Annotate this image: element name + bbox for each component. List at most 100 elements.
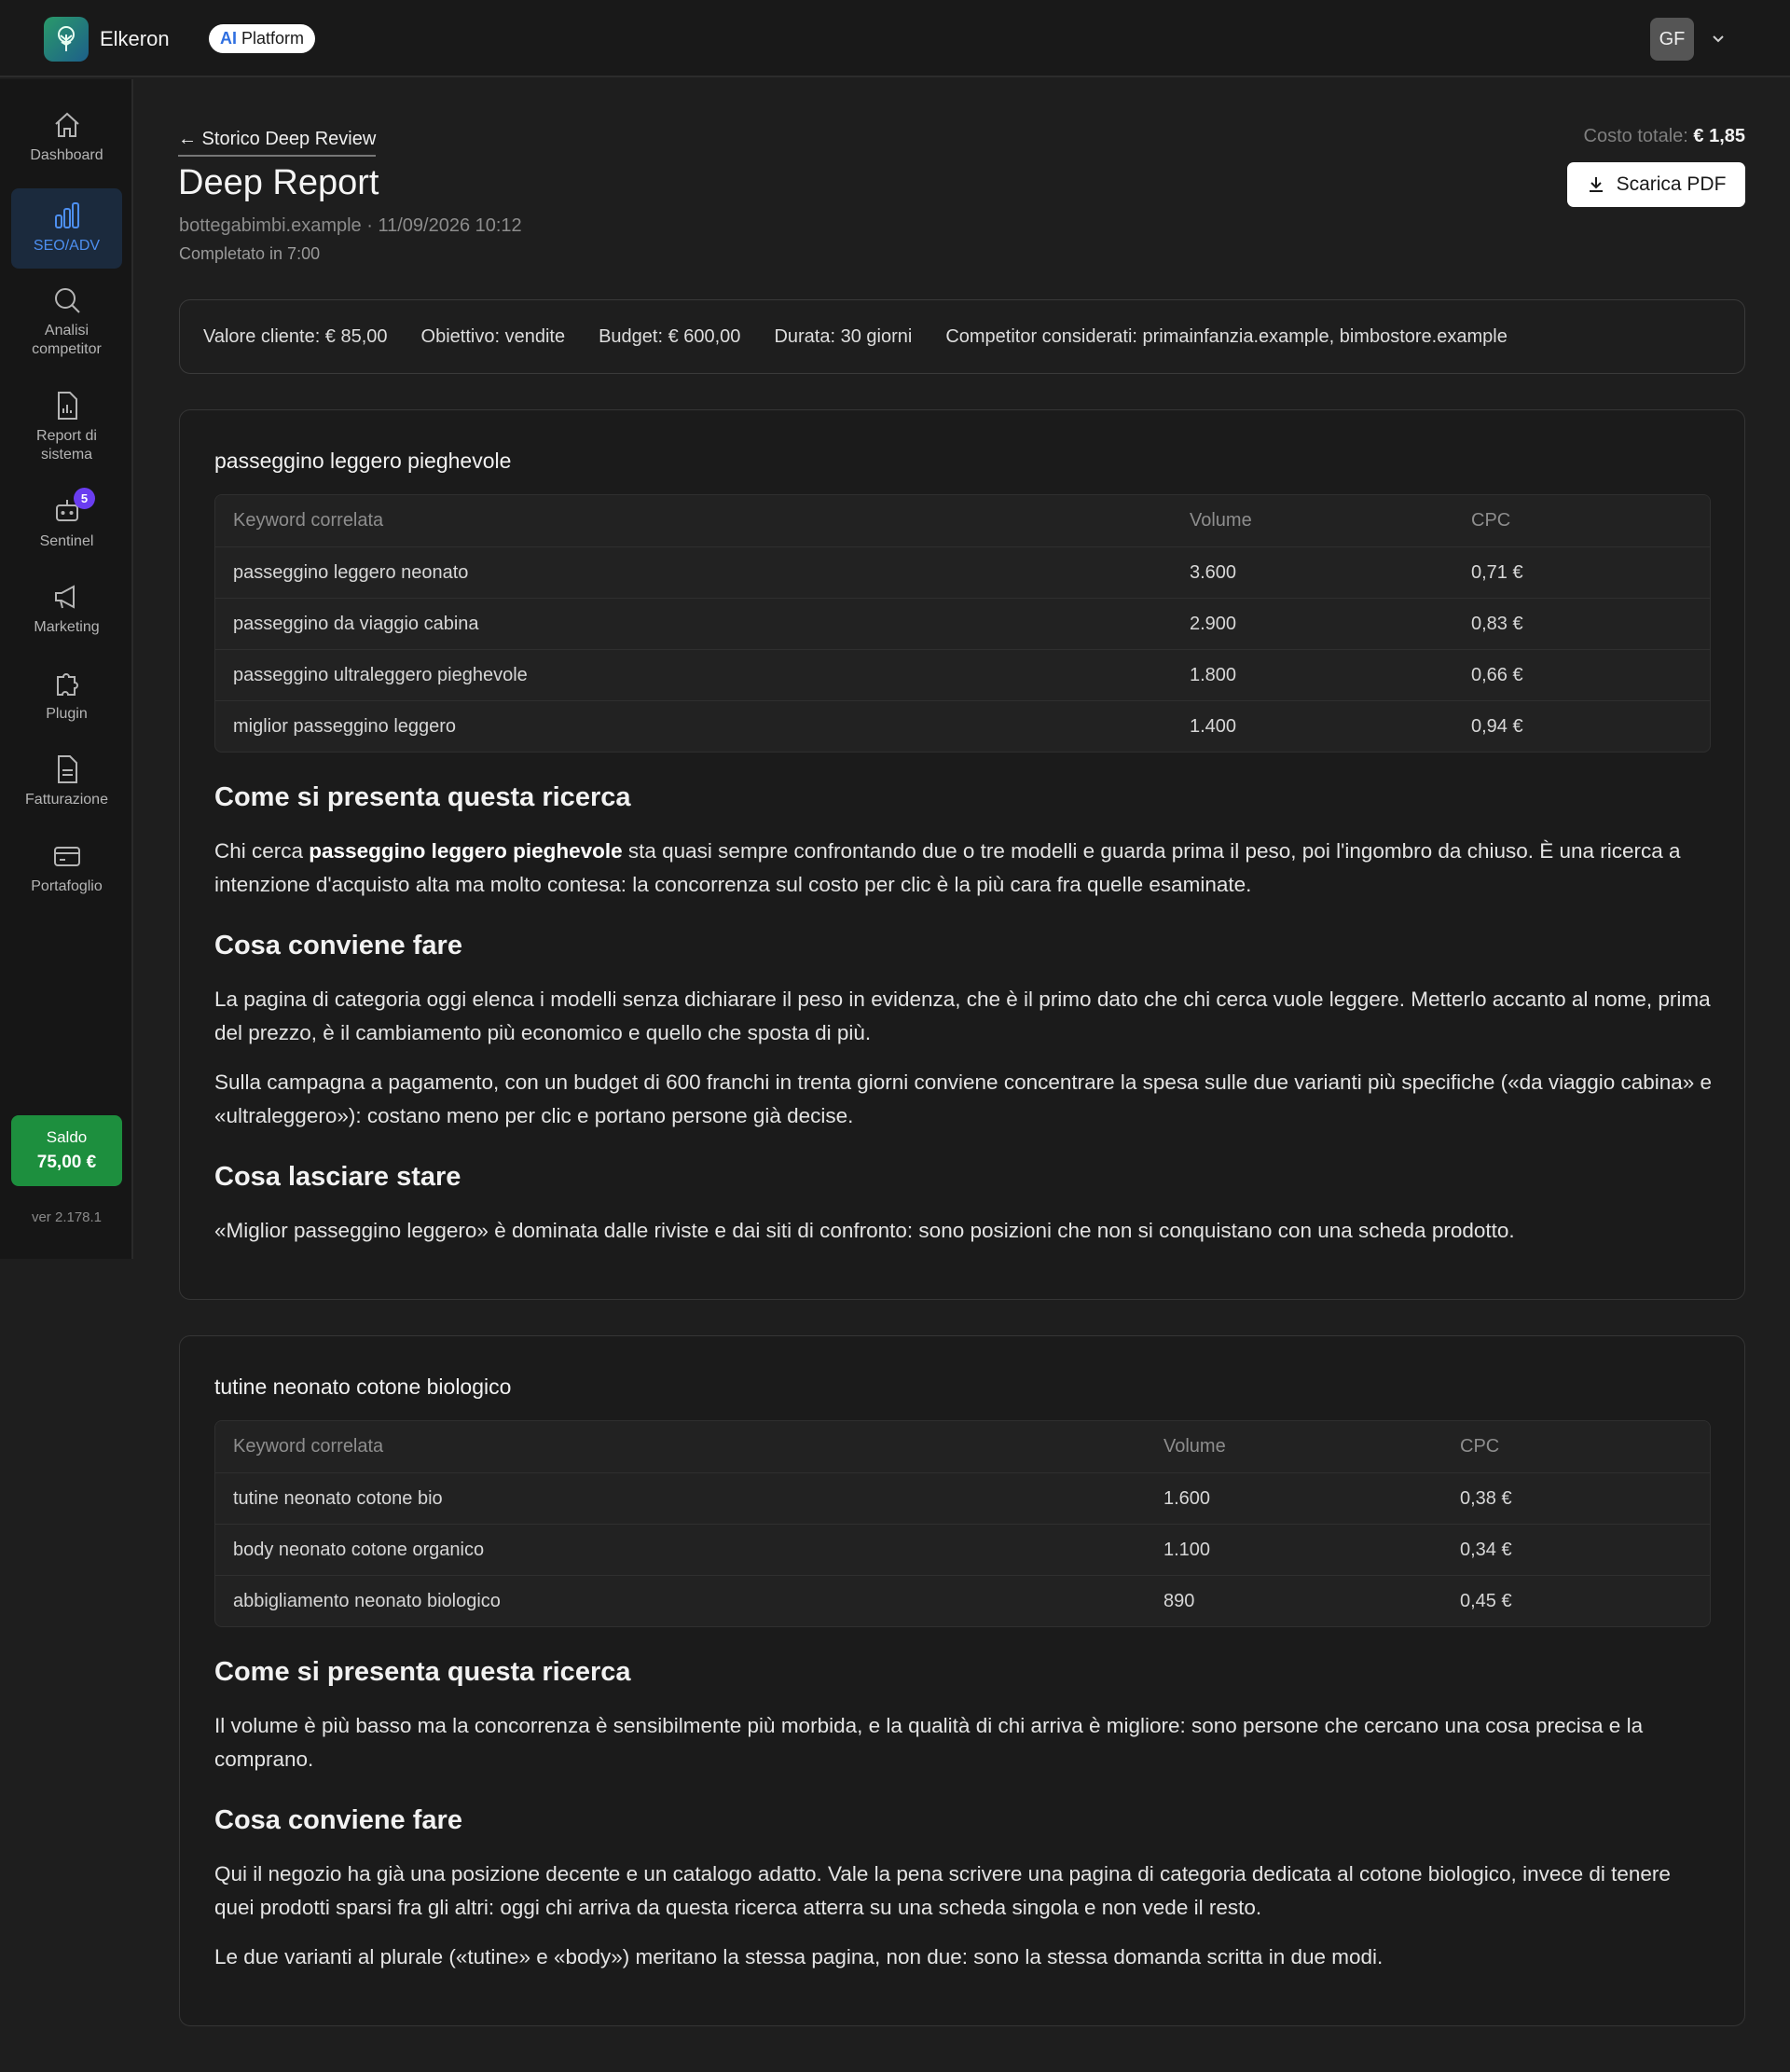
- cell-cpc: 0,94 €: [1471, 715, 1523, 737]
- cell-cpc: 0,34 €: [1460, 1539, 1512, 1560]
- top-bar: Elkeron AI Platform GF: [0, 0, 1790, 77]
- saldo-box[interactable]: Saldo 75,00 €: [11, 1115, 122, 1186]
- cell-keyword: passeggino ultraleggero pieghevole: [233, 664, 528, 685]
- home-icon: [54, 112, 79, 137]
- report-icon: [57, 392, 77, 420]
- section-paragraph: Sulla campagna a pagamento, con un budge…: [214, 1071, 1713, 1127]
- col-keyword: Keyword correlata: [233, 1436, 384, 1457]
- col-cpc: CPC: [1471, 510, 1511, 531]
- keyword-table: Keyword correlata Volume CPC tutine neon…: [214, 1420, 1711, 1627]
- cell-volume: 890: [1164, 1590, 1195, 1611]
- cell-keyword: body neonato cotone organico: [233, 1539, 485, 1560]
- bar-chart-icon: [54, 202, 79, 228]
- version-label: ver 2.178.1: [31, 1209, 103, 1225]
- keyword-table: Keyword correlata Volume CPC passeggino …: [214, 494, 1711, 753]
- cell-volume: 2.900: [1190, 613, 1237, 634]
- table-row: passeggino ultraleggero pieghevole 1.800…: [215, 649, 1710, 700]
- keyword-card: passeggino leggero pieghevole Keyword co…: [179, 409, 1745, 1300]
- total-cost: Costo totale: € 1,85: [1584, 126, 1745, 147]
- section-paragraph: Qui il negozio ha già una posizione dece…: [214, 1862, 1671, 1919]
- paragraph-text: Chi cerca: [214, 839, 310, 863]
- col-cpc: CPC: [1460, 1436, 1500, 1457]
- table-header: Keyword correlata Volume CPC: [215, 1421, 1710, 1472]
- download-pdf-label: Scarica PDF: [1616, 173, 1727, 195]
- keyword-highlight: passeggino leggero pieghevole: [309, 839, 623, 863]
- wallet-icon: [53, 847, 80, 866]
- puzzle-icon: [56, 673, 78, 696]
- elkeron-logo-icon[interactable]: [44, 17, 89, 62]
- user-avatar[interactable]: GF: [1650, 18, 1694, 61]
- section-paragraph: Chi cerca passeggino leggero pieghevole …: [214, 835, 1715, 902]
- cost-value: € 1,85: [1693, 126, 1745, 146]
- table-row: abbigliamento neonato biologico 890 0,45…: [215, 1575, 1710, 1626]
- cell-keyword: tutine neonato cotone bio: [233, 1487, 443, 1509]
- sidebar-item-label: Report di sistema: [36, 428, 97, 463]
- sidebar-item-label: Analisi competitor: [32, 323, 102, 357]
- cell-volume: 3.600: [1190, 561, 1237, 583]
- sidebar-item-label: Marketing: [34, 619, 100, 635]
- sidebar-item-dashboard[interactable]: Dashboard: [11, 109, 122, 165]
- sidebar-item-sentinel[interactable]: 5 Sentinel: [11, 488, 122, 551]
- section-heading: Cosa conviene fare: [214, 931, 462, 960]
- sentinel-badge: 5: [74, 488, 95, 509]
- col-volume: Volume: [1164, 1436, 1226, 1457]
- section-paragraph: La pagina di categoria oggi elenca i mod…: [214, 988, 1711, 1044]
- cell-cpc: 0,45 €: [1460, 1590, 1512, 1611]
- summary-budget: Budget: € 600,00: [599, 325, 741, 347]
- sidebar: Dashboard SEO/ADV Analisi competitor Rep…: [0, 79, 133, 1259]
- sidebar-item-label: SEO/ADV: [33, 238, 101, 254]
- cell-keyword: passeggino leggero neonato: [233, 561, 469, 583]
- cost-label: Costo totale:: [1583, 126, 1688, 146]
- saldo-value: 75,00 €: [36, 1153, 97, 1172]
- sidebar-item-label: Fatturazione: [25, 792, 108, 808]
- cell-volume: 1.100: [1164, 1539, 1211, 1560]
- cell-cpc: 0,71 €: [1471, 561, 1523, 583]
- cell-keyword: abbigliamento neonato biologico: [233, 1590, 501, 1611]
- cell-keyword: passeggino da viaggio cabina: [233, 613, 479, 634]
- saldo-label: Saldo: [46, 1128, 88, 1146]
- section-paragraph: Il volume è più basso ma la concorrenza …: [214, 1714, 1644, 1771]
- back-link[interactable]: ← Storico Deep Review: [178, 129, 377, 157]
- cell-cpc: 0,66 €: [1471, 664, 1523, 685]
- sidebar-item-label: Dashboard: [30, 147, 103, 163]
- invoice-icon: [57, 755, 77, 783]
- keyword-card: tutine neonato cotone biologico Keyword …: [179, 1335, 1745, 2026]
- platform-badge-prefix: AI: [220, 29, 237, 48]
- summary-durata: Durata: 30 giorni: [774, 325, 913, 347]
- sidebar-item-portafoglio[interactable]: Portafoglio: [11, 840, 122, 896]
- platform-badge-text: Platform: [241, 29, 305, 48]
- sidebar-item-report-di-sistema[interactable]: Report di sistema: [11, 390, 122, 464]
- cell-volume: 1.400: [1190, 715, 1237, 737]
- summary-valore: Valore cliente: € 85,00: [203, 325, 388, 347]
- table-header: Keyword correlata Volume CPC: [215, 495, 1710, 546]
- table-row: passeggino da viaggio cabina 2.900 0,83 …: [215, 598, 1710, 649]
- keyword-card-title: tutine neonato cotone biologico: [214, 1374, 512, 1399]
- section-heading: Cosa lasciare stare: [214, 1162, 461, 1192]
- table-row: passeggino leggero neonato 3.600 0,71 €: [215, 546, 1710, 598]
- completed-time: Completato in 7:00: [179, 244, 321, 263]
- section-heading: Come si presenta questa ricerca: [214, 1657, 631, 1687]
- table-row: tutine neonato cotone bio 1.600 0,38 €: [215, 1472, 1710, 1524]
- platform-badge: AI Platform: [209, 24, 316, 53]
- sidebar-item-analisi-competitor[interactable]: Analisi competitor: [11, 284, 122, 359]
- megaphone-icon: [54, 585, 75, 609]
- cell-cpc: 0,83 €: [1471, 613, 1523, 634]
- search-icon: [54, 288, 80, 313]
- col-volume: Volume: [1190, 510, 1252, 531]
- section-heading: Come si presenta questa ricerca: [214, 782, 631, 812]
- cell-keyword: miglior passeggino leggero: [233, 715, 457, 737]
- sidebar-item-label: Sentinel: [39, 533, 94, 549]
- sidebar-item-seo-adv[interactable]: SEO/ADV: [11, 188, 122, 269]
- section-paragraph: «Miglior passeggino leggero» è dominata …: [214, 1219, 1515, 1242]
- cell-cpc: 0,38 €: [1460, 1487, 1512, 1509]
- sidebar-item-fatturazione[interactable]: Fatturazione: [11, 753, 122, 809]
- sidebar-item-label: Plugin: [46, 706, 88, 722]
- sidebar-item-marketing[interactable]: Marketing: [11, 581, 122, 637]
- chevron-down-icon[interactable]: [1708, 28, 1728, 48]
- cell-volume: 1.800: [1190, 664, 1237, 685]
- brand-name: Elkeron: [100, 27, 170, 50]
- summary-obiettivo: Obiettivo: vendite: [420, 325, 566, 347]
- sidebar-item-label: Portafoglio: [31, 878, 103, 894]
- sidebar-item-plugin[interactable]: Plugin: [11, 668, 122, 724]
- download-pdf-button[interactable]: Scarica PDF: [1567, 162, 1745, 207]
